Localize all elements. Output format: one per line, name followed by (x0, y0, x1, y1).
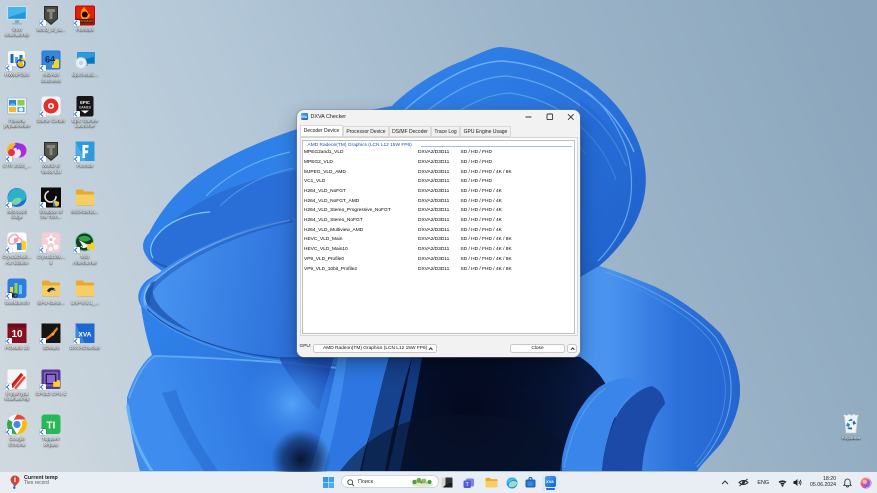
svg-text:XVA: XVA (79, 332, 92, 339)
svg-text:TI: TI (47, 421, 56, 432)
svg-text:GAMES: GAMES (79, 105, 92, 109)
svg-text:64: 64 (45, 55, 55, 65)
svg-text:10: 10 (11, 329, 23, 340)
svg-text:EPIC: EPIC (80, 100, 90, 105)
